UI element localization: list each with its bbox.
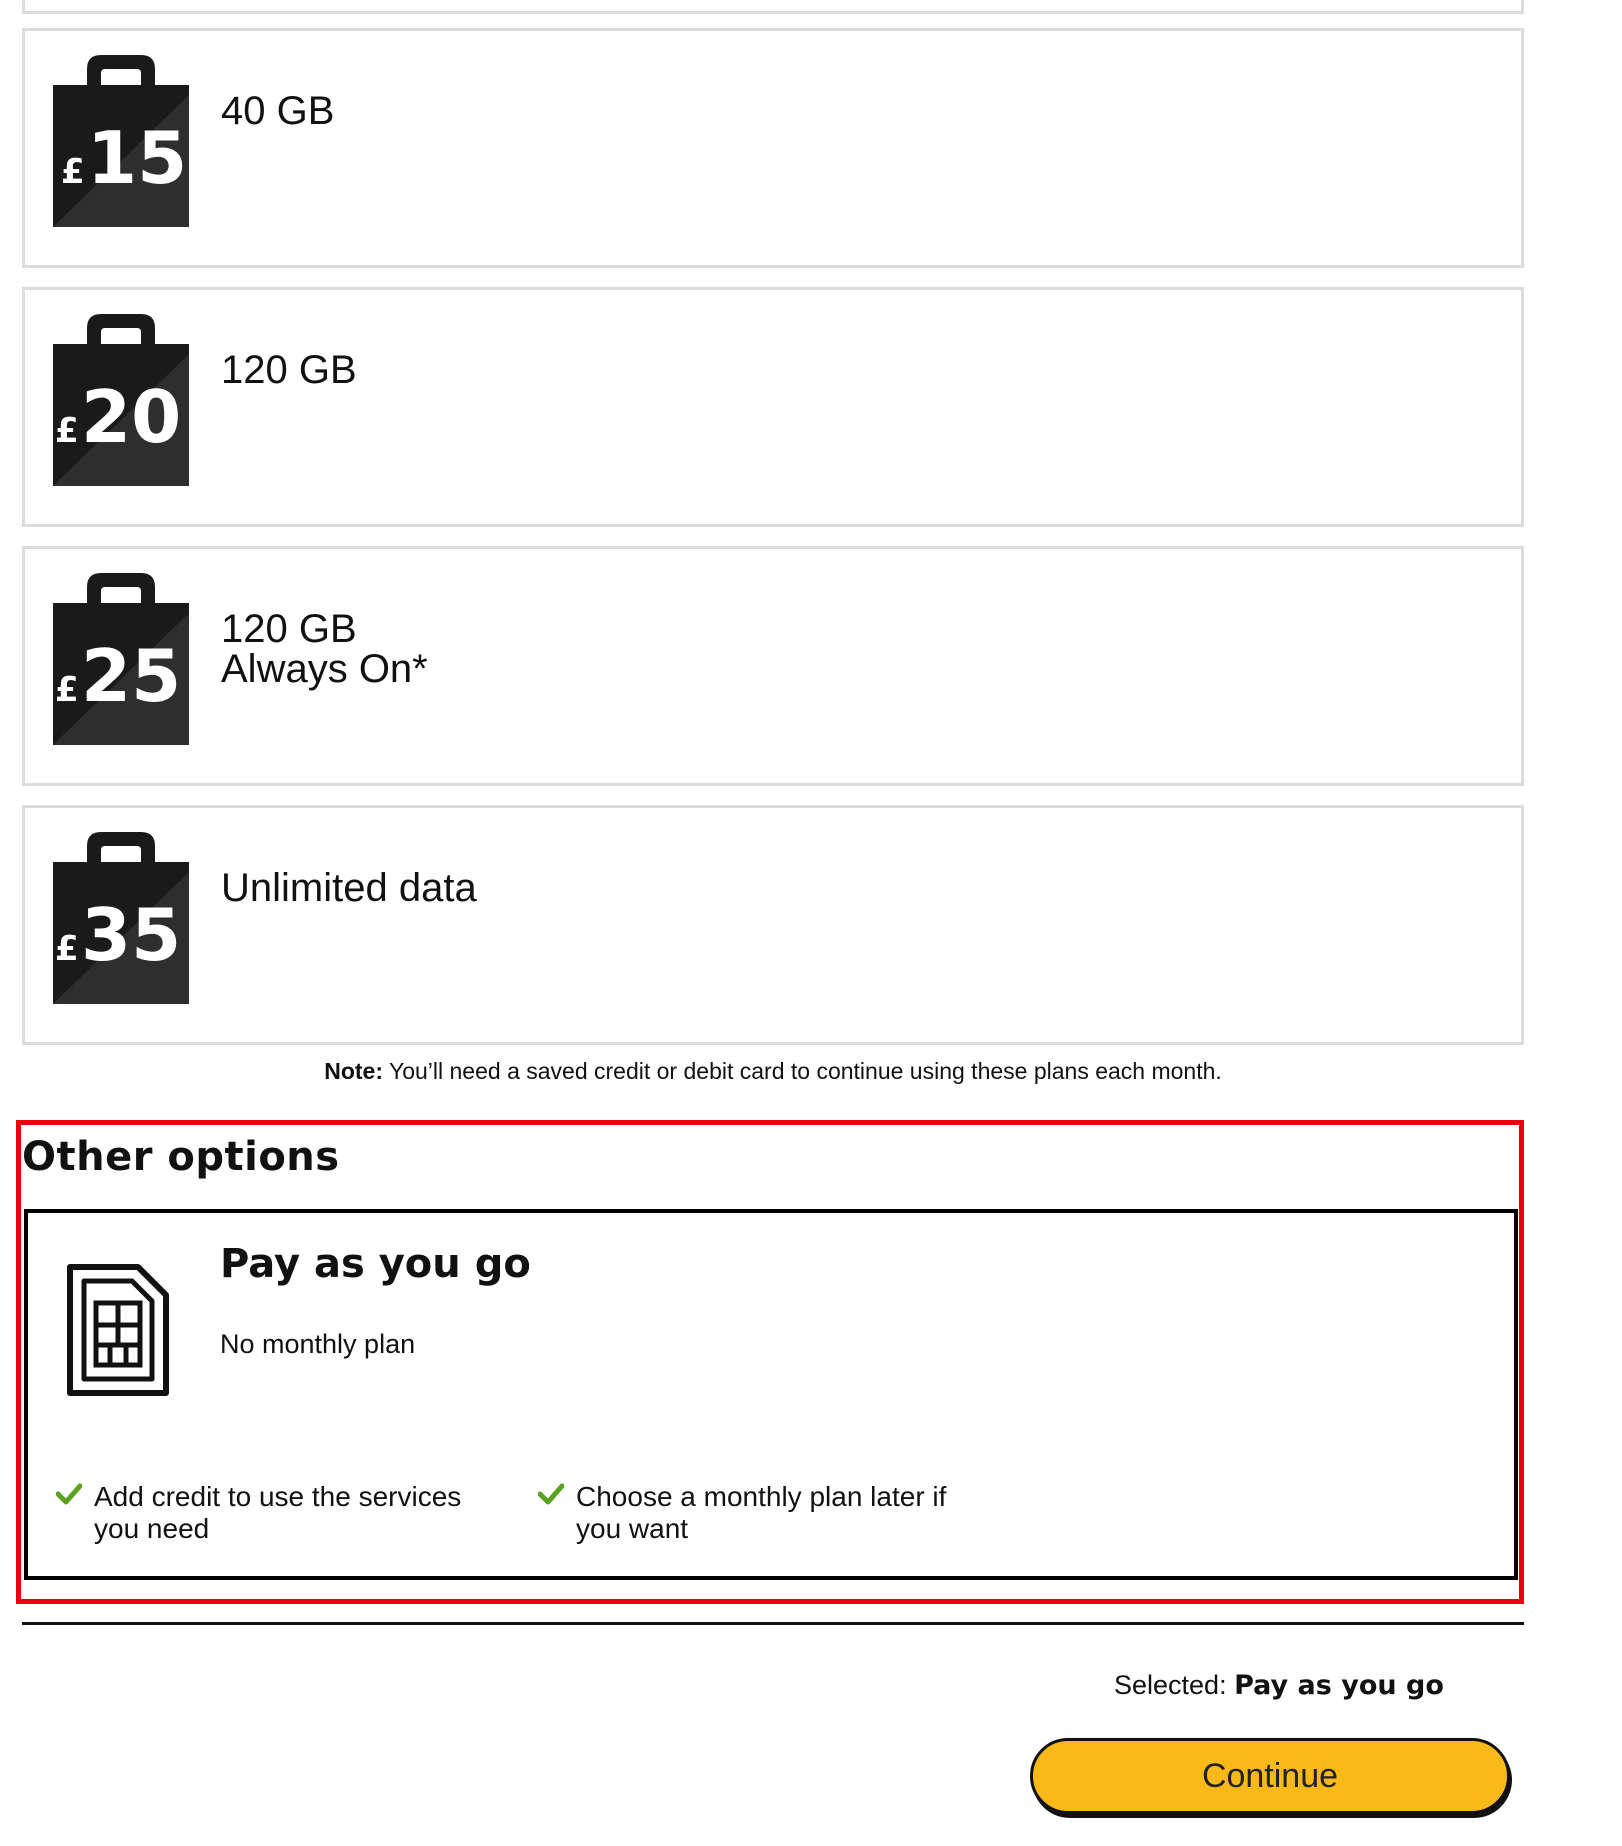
plan-card-15[interactable]: £ 15 40 GB [22,28,1524,268]
check-icon [56,1483,82,1505]
plan-data-label: 40 GB [221,89,335,133]
price-symbol: £ [61,152,85,192]
price-bag-icon: £ 15 [53,55,189,227]
price-value: 25 [81,634,181,718]
plan-data-label: Unlimited data [221,866,477,910]
price-bag-icon: £ 20 [53,314,189,486]
payg-title: Pay as you go [220,1241,531,1287]
divider [22,1622,1524,1625]
plan-data-sublabel: Always On* [221,647,428,691]
selected-summary: Selected: Pay as you go [1114,1670,1444,1701]
note-label: Note: [324,1058,383,1084]
other-options-heading: Other options [22,1134,340,1180]
feature-text: Choose a monthly plan later if you want [576,1481,947,1544]
selected-label: Selected: [1114,1670,1235,1700]
plan-card-35[interactable]: £ 35 Unlimited data [22,805,1524,1045]
price-value: 15 [87,116,187,200]
check-icon [538,1483,564,1505]
price-value: 20 [81,375,181,459]
previous-plan-card-edge [22,0,1524,14]
price-symbol: £ [55,411,79,451]
continue-button[interactable]: Continue [1030,1738,1510,1814]
price-symbol: £ [55,670,79,710]
price-symbol: £ [55,929,79,969]
price-bag-icon: £ 35 [53,832,189,1004]
plans-note: Note: You’ll need a saved credit or debi… [0,1058,1546,1085]
pay-as-you-go-card[interactable]: Pay as you go No monthly plan Add credit… [24,1209,1518,1580]
feature-text: Add credit to use the services you need [94,1481,462,1544]
payg-subtitle: No monthly plan [220,1329,416,1359]
sim-card-icon [67,1264,169,1396]
plan-data-label: 120 GB Always On* [221,607,428,691]
price-value: 35 [81,893,181,977]
selected-value: Pay as you go [1234,1670,1444,1701]
plan-card-25[interactable]: £ 25 120 GB Always On* [22,546,1524,786]
plan-data-label: 120 GB [221,348,357,392]
plan-card-20[interactable]: £ 20 120 GB [22,287,1524,527]
price-bag-icon: £ 25 [53,573,189,745]
note-text: You’ll need a saved credit or debit card… [383,1058,1222,1084]
